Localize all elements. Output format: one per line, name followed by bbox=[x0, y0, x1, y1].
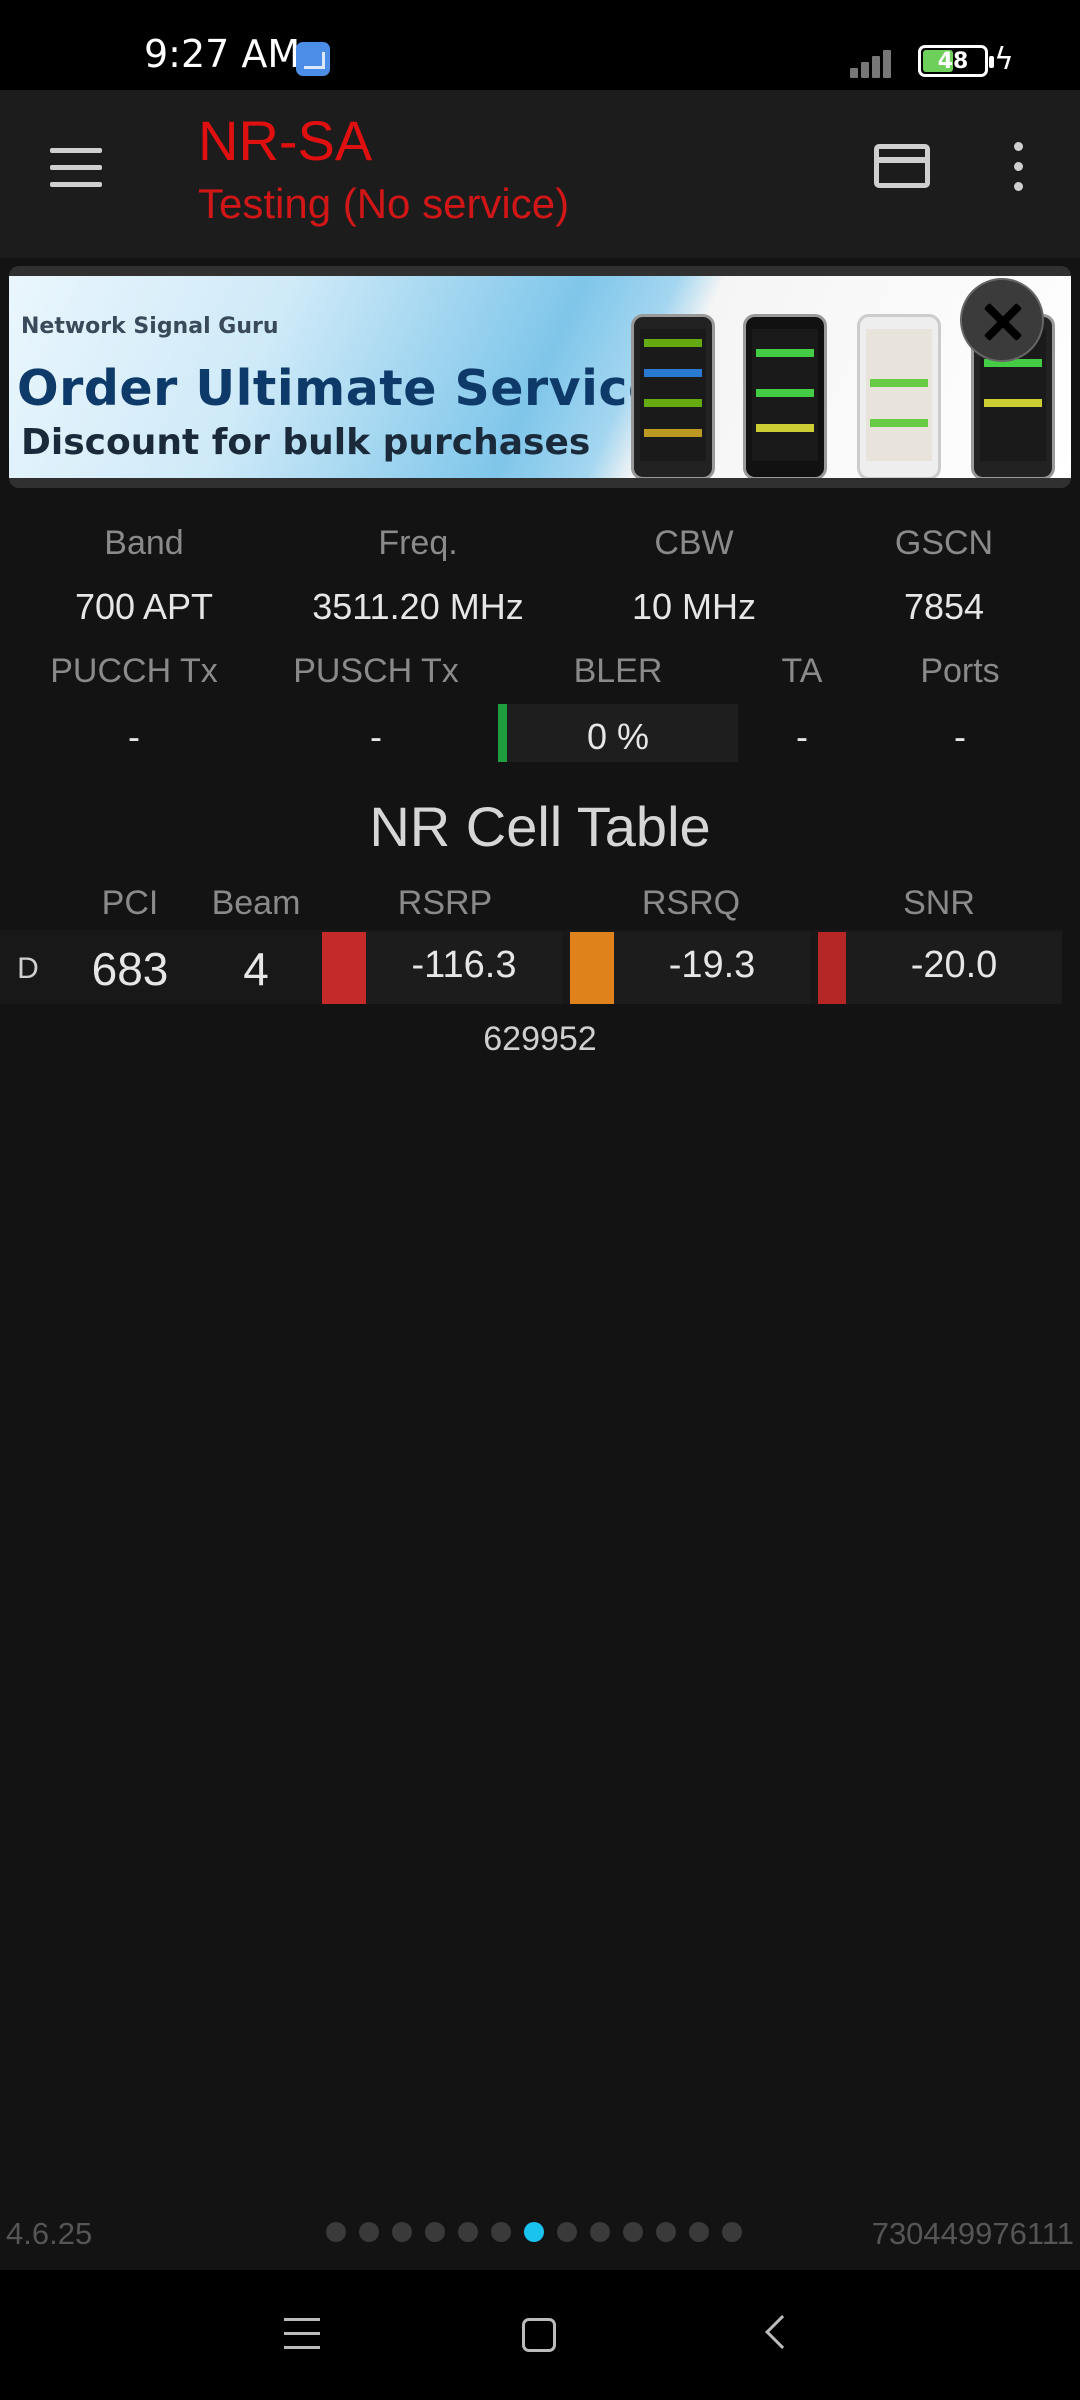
band-value: 700 APT bbox=[74, 586, 214, 627]
bler-label: BLER bbox=[573, 652, 663, 690]
app-bar: NR-SA Testing (No service) bbox=[0, 90, 1080, 258]
page-dot[interactable] bbox=[623, 2222, 643, 2242]
page-dot[interactable] bbox=[326, 2222, 346, 2242]
ad-phone-image bbox=[631, 314, 715, 478]
page-dot[interactable] bbox=[458, 2222, 478, 2242]
cell-id: 629952 bbox=[483, 1020, 597, 1058]
ports-label: Ports bbox=[920, 652, 1000, 690]
pusch-tx-value: - bbox=[370, 716, 382, 757]
rsrq-value: -19.3 bbox=[668, 944, 756, 986]
snr-header: SNR bbox=[903, 884, 975, 922]
status-bar: 9:27 AM 48 ϟ bbox=[0, 0, 1080, 90]
menu-icon[interactable] bbox=[50, 148, 102, 188]
charging-icon: ϟ bbox=[994, 42, 1014, 77]
overflow-menu-icon[interactable] bbox=[1012, 142, 1026, 192]
pci-header: PCI bbox=[101, 884, 159, 922]
ad-phone-image bbox=[743, 314, 827, 478]
pusch-tx-label: PUSCH Tx bbox=[293, 652, 459, 690]
home-icon[interactable] bbox=[522, 2318, 556, 2352]
recents-icon[interactable] bbox=[284, 2318, 320, 2350]
card-icon[interactable] bbox=[874, 144, 930, 188]
beam-value: 4 bbox=[243, 943, 269, 995]
rsrp-header: RSRP bbox=[397, 884, 493, 922]
rsrq-meter: -19.3 bbox=[570, 932, 810, 1004]
page-dot[interactable] bbox=[425, 2222, 445, 2242]
page-dot[interactable] bbox=[359, 2222, 379, 2242]
notification-app-icon bbox=[296, 42, 330, 76]
ad-phone-image bbox=[857, 314, 941, 478]
cell-table-title: NR Cell Table bbox=[369, 795, 711, 858]
page-dot[interactable] bbox=[524, 2222, 544, 2242]
gscn-label: GSCN bbox=[894, 524, 994, 562]
page-subtitle: Testing (No service) bbox=[198, 180, 570, 227]
rsrp-meter: -116.3 bbox=[322, 932, 562, 1004]
beam-header: Beam bbox=[211, 884, 301, 922]
status-time: 9:27 AM bbox=[144, 32, 301, 76]
ta-label: TA bbox=[781, 652, 823, 690]
page-dot[interactable] bbox=[557, 2222, 577, 2242]
ad-banner[interactable]: Network Signal Guru Order Ultimate Servi… bbox=[9, 266, 1071, 488]
page-dot[interactable] bbox=[491, 2222, 511, 2242]
cbw-label: CBW bbox=[654, 524, 734, 562]
system-nav-bar bbox=[0, 2270, 1080, 2400]
ad-subline: Discount for bulk purchases bbox=[21, 422, 591, 463]
battery-level: 48 bbox=[937, 49, 969, 74]
ports-value: - bbox=[954, 716, 966, 757]
close-ad-icon[interactable] bbox=[960, 278, 1044, 362]
ad-headline: Order Ultimate Service bbox=[17, 360, 662, 417]
page-dot[interactable] bbox=[722, 2222, 742, 2242]
page-dot[interactable] bbox=[392, 2222, 412, 2242]
cbw-value: 10 MHz bbox=[631, 586, 757, 627]
pucch-tx-label: PUCCH Tx bbox=[50, 652, 218, 690]
band-label: Band bbox=[104, 524, 184, 562]
gscn-value: 7854 bbox=[903, 586, 985, 627]
device-id: 730449976111 bbox=[871, 2216, 1074, 2251]
pci-value: 683 bbox=[91, 943, 169, 995]
snr-meter: -20.0 bbox=[818, 932, 1062, 1004]
page-dot[interactable] bbox=[689, 2222, 709, 2242]
page-title: NR-SA bbox=[198, 109, 373, 172]
rsrp-value: -116.3 bbox=[411, 944, 517, 986]
page-dot[interactable] bbox=[656, 2222, 676, 2242]
freq-value: 3511.20 MHz bbox=[312, 586, 524, 627]
rsrq-header: RSRQ bbox=[641, 884, 741, 922]
bler-value: 0 % bbox=[586, 716, 650, 757]
back-icon[interactable] bbox=[765, 2315, 799, 2349]
cell-type: D bbox=[17, 952, 39, 985]
snr-value: -20.0 bbox=[910, 944, 998, 986]
app-version: 4.6.25 bbox=[6, 2216, 93, 2251]
ad-brand: Network Signal Guru bbox=[21, 314, 279, 339]
page-dot[interactable] bbox=[590, 2222, 610, 2242]
pucch-tx-value: - bbox=[128, 716, 140, 757]
battery-icon: 48 bbox=[918, 45, 994, 77]
freq-label: Freq. bbox=[378, 524, 458, 562]
ta-value: - bbox=[796, 716, 808, 757]
signal-icon bbox=[850, 44, 900, 78]
